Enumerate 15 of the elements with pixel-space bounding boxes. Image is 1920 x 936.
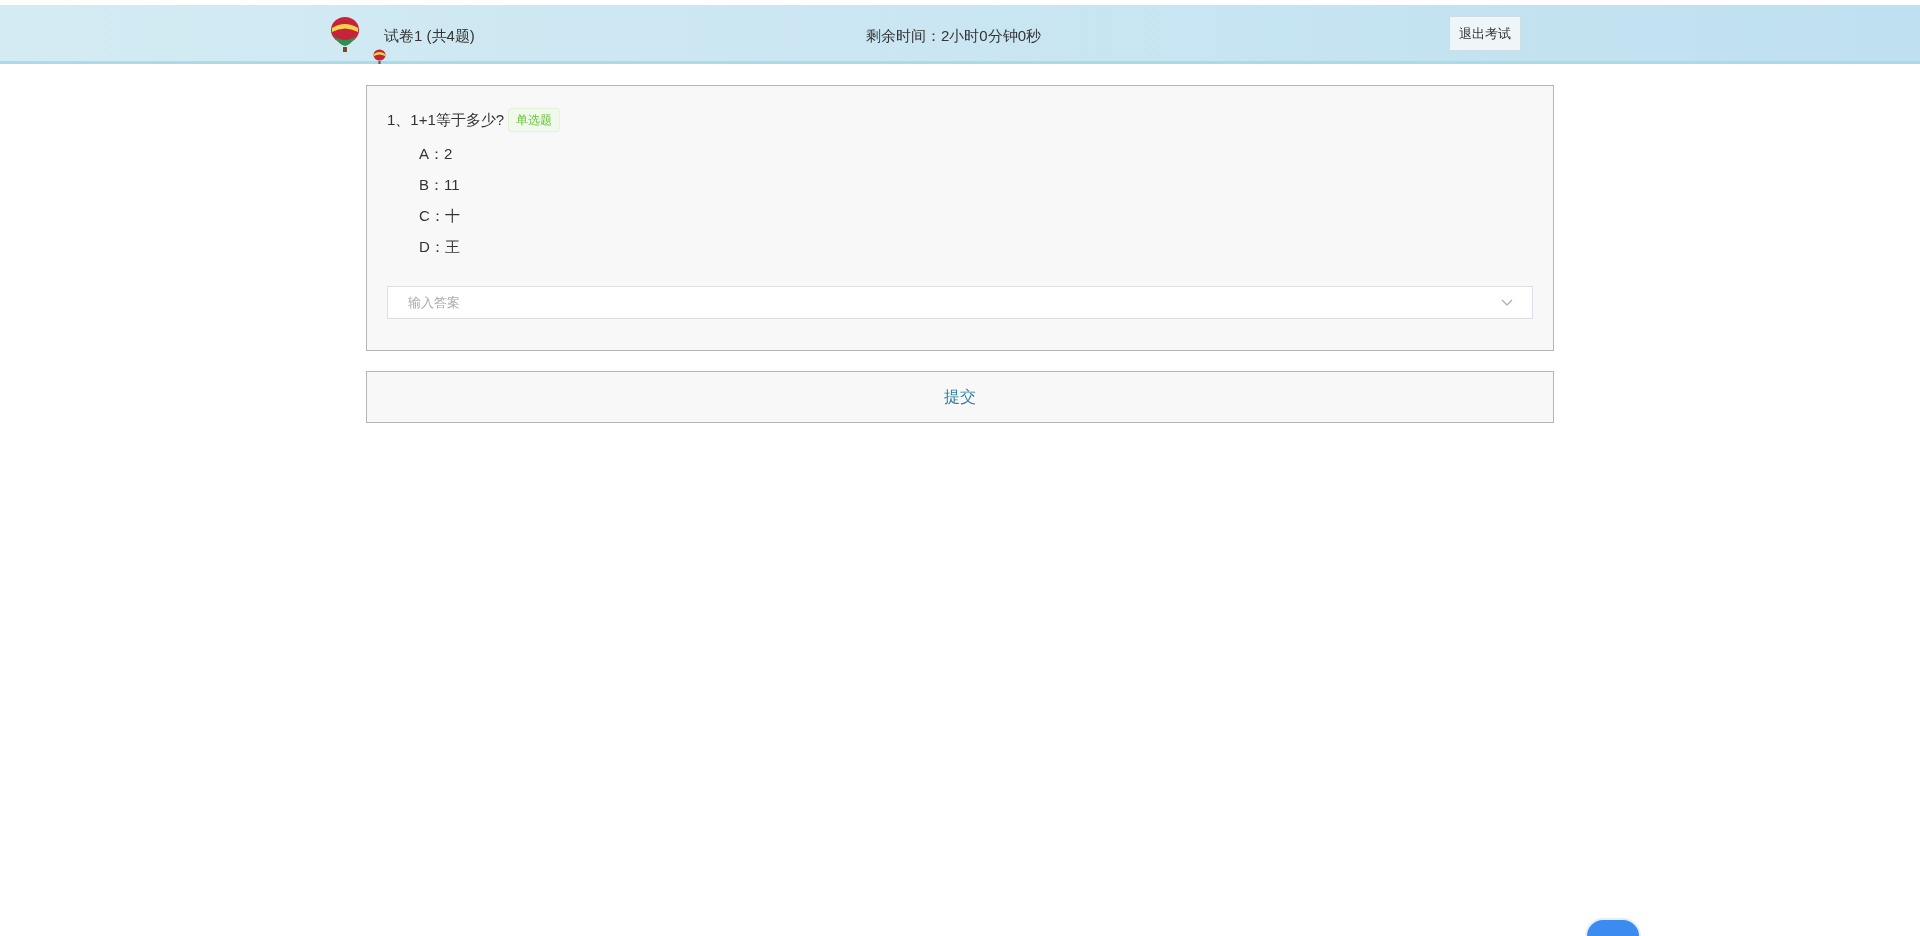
answer-option: D：王 xyxy=(419,237,1533,257)
answer-option: A：2 xyxy=(419,144,1533,164)
answer-option: B：11 xyxy=(419,175,1533,195)
question-text: 1、1+1等于多少? xyxy=(387,109,505,130)
hot-air-balloon-icon xyxy=(329,16,361,54)
exit-exam-button[interactable]: 退出考试 xyxy=(1449,16,1521,51)
hot-air-balloon-icon xyxy=(373,49,386,64)
remaining-time: 剩余时间：2小时0分钟0秒 xyxy=(866,26,1042,46)
floating-circle-button[interactable] xyxy=(1585,918,1641,936)
chevron-down-icon xyxy=(1501,299,1513,307)
exam-title: 试卷1 (共4题) xyxy=(384,26,475,46)
submit-button[interactable]: 提交 xyxy=(366,371,1554,423)
answer-dropdown[interactable]: 输入答案 xyxy=(387,286,1533,319)
question-type-tag: 单选题 xyxy=(508,108,561,132)
answer-option: C：十 xyxy=(419,206,1533,226)
